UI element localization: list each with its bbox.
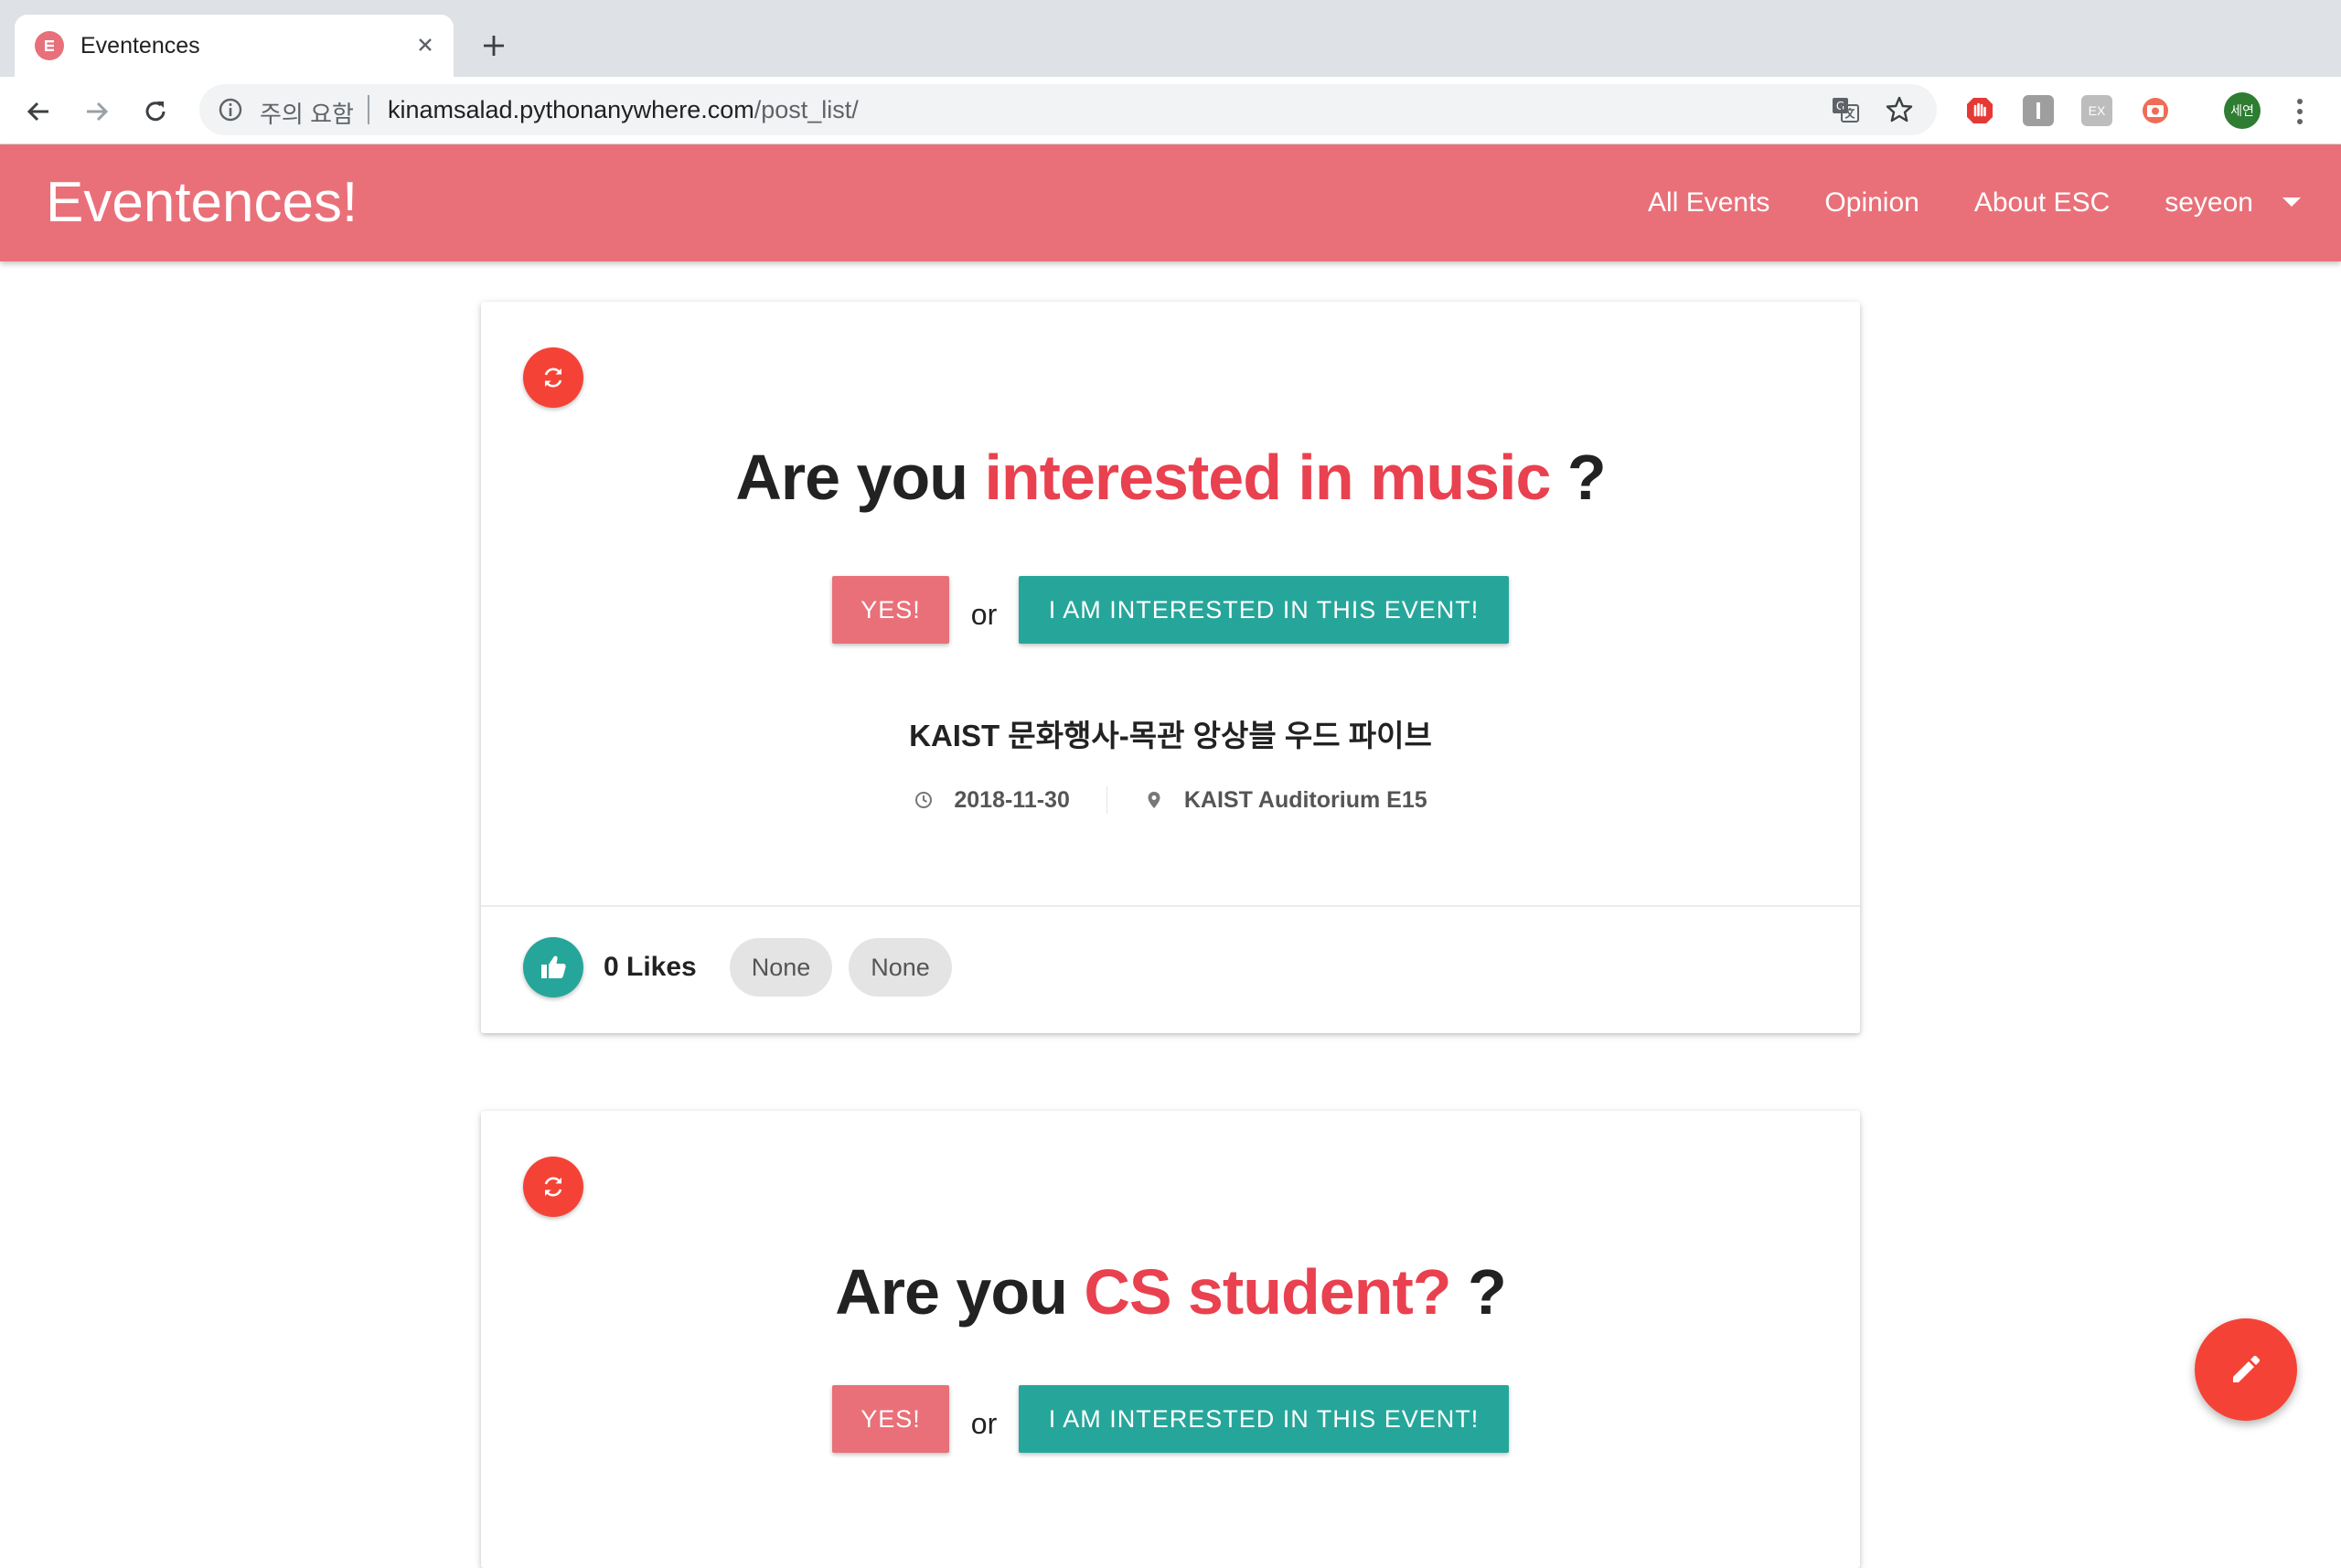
question-highlight: CS student? (1084, 1256, 1451, 1328)
tag-chip[interactable]: None (729, 938, 833, 997)
interested-button[interactable]: I AM INTERESTED IN THIS EVENT! (1019, 1385, 1509, 1453)
event-meta: 2018-11-30 KAIST Auditorium E15 (481, 786, 1860, 814)
question-suffix: ? (1566, 442, 1607, 513)
screen-capture-extension-icon[interactable] (2140, 95, 2171, 126)
new-tab-plus-icon[interactable] (476, 27, 512, 64)
refresh-icon (544, 1177, 562, 1197)
reload-icon[interactable] (137, 93, 174, 130)
address-separator (368, 95, 369, 124)
question-suffix: ? (1467, 1256, 1507, 1328)
question-prefix: Are you (735, 442, 968, 513)
url-path: /post_list/ (754, 96, 859, 123)
browser-toolbar: 주의 요함 kinamsalad.pythonanywhere.com/post… (0, 77, 2341, 144)
url-text[interactable]: kinamsalad.pythonanywhere.com/post_list/ (388, 96, 859, 124)
or-label: or (970, 597, 998, 631)
like-row: 0 Likes None None (523, 934, 968, 1000)
brand-logo[interactable]: Eventences! (46, 170, 358, 235)
info-icon[interactable] (218, 97, 243, 123)
refresh-button[interactable] (523, 1157, 583, 1217)
close-icon[interactable] (410, 29, 441, 60)
event-card: Are you CS student? ? YES! or I AM INTER… (481, 1111, 1860, 1568)
nav-about-esc[interactable]: About ESC (1974, 187, 2110, 219)
yes-button[interactable]: YES! (832, 576, 949, 644)
browser-tabstrip: Eventences (0, 0, 2341, 77)
yes-button[interactable]: YES! (832, 1385, 949, 1453)
event-location: KAIST Auditorium E15 (1107, 787, 1464, 814)
event-date: 2018-11-30 (877, 787, 1106, 814)
url-host: kinamsalad.pythonanywhere.com (388, 96, 754, 123)
extension-ex-label: EX (2088, 103, 2106, 118)
forward-arrow-icon[interactable] (79, 93, 115, 130)
back-arrow-icon[interactable] (20, 93, 57, 130)
browser-menu-icon[interactable] (2286, 93, 2314, 130)
security-warning-label: 주의 요함 (260, 101, 354, 128)
or-label: or (970, 1406, 998, 1440)
extension-i-icon[interactable] (2023, 95, 2054, 126)
address-bar[interactable]: 주의 요함 kinamsalad.pythonanywhere.com/post… (199, 84, 1937, 135)
refresh-button[interactable] (523, 347, 583, 408)
thumb-up-icon (541, 955, 566, 978)
profile-avatar[interactable]: 세연 (2224, 92, 2261, 129)
nav-all-events[interactable]: All Events (1648, 187, 1769, 219)
event-title[interactable]: KAIST 문화행사-목관 앙상블 우드 파이브 (481, 711, 1860, 755)
refresh-icon (544, 368, 562, 388)
event-date-text: 2018-11-30 (954, 786, 1070, 813)
question-heading: Are you interested in music ? (481, 441, 1860, 514)
profile-label: 세연 (2230, 103, 2254, 118)
eventences-favicon-icon (35, 31, 64, 60)
clock-icon (915, 792, 933, 808)
card-divider (481, 905, 1860, 907)
chevron-down-icon[interactable] (2282, 197, 2301, 207)
pencil-icon (2233, 1355, 2261, 1382)
extension-ex-icon[interactable]: EX (2081, 95, 2112, 126)
event-card: Are you interested in music ? YES! or I … (481, 302, 1860, 1033)
translate-icon[interactable]: G (1831, 95, 1860, 124)
question-highlight: interested in music (984, 442, 1551, 513)
event-location-text: KAIST Auditorium E15 (1183, 786, 1427, 813)
bookmark-star-icon[interactable] (1884, 94, 1915, 125)
browser-tab[interactable]: Eventences (15, 15, 454, 77)
question-heading: Are you CS student? ? (481, 1255, 1860, 1328)
nav-links: All Events Opinion About ESC seyeon (1648, 144, 2253, 261)
adblock-extension-icon[interactable] (1964, 95, 1995, 126)
nav-user-menu[interactable]: seyeon (2165, 187, 2253, 219)
interested-button[interactable]: I AM INTERESTED IN THIS EVENT! (1019, 576, 1509, 644)
like-button[interactable] (523, 937, 583, 997)
tag-chip[interactable]: None (849, 938, 952, 997)
nav-opinion[interactable]: Opinion (1824, 187, 1919, 219)
likes-count: 0 Likes (604, 952, 697, 982)
answer-buttons: YES! or I AM INTERESTED IN THIS EVENT! (481, 1385, 1860, 1453)
site-navbar: Eventences! All Events Opinion About ESC… (0, 144, 2341, 261)
answer-buttons: YES! or I AM INTERESTED IN THIS EVENT! (481, 576, 1860, 644)
create-post-fab[interactable] (2195, 1318, 2297, 1421)
question-prefix: Are you (835, 1256, 1068, 1328)
tab-title: Eventences (80, 33, 200, 59)
location-pin-icon (1148, 792, 1160, 808)
